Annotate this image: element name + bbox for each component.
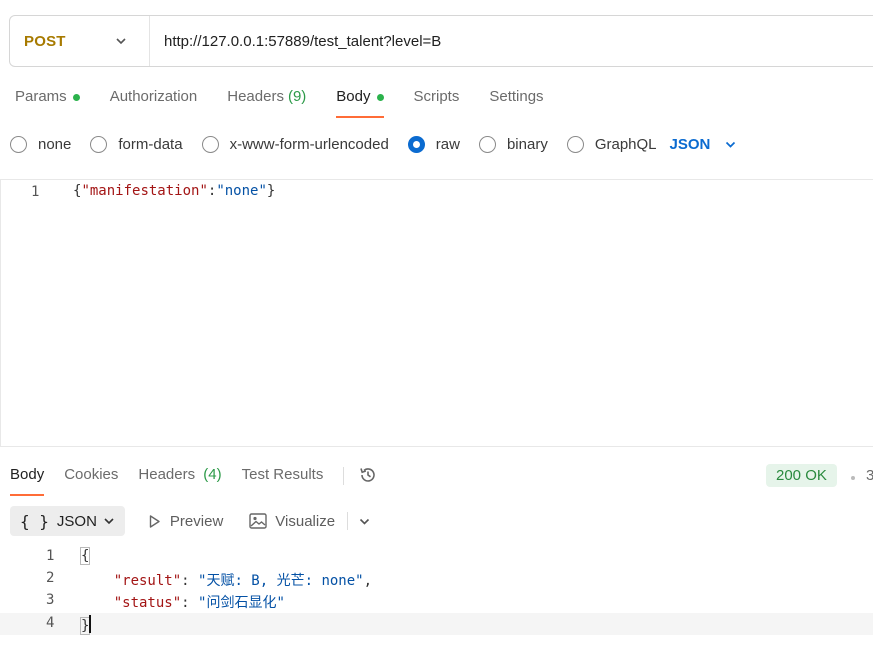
chevron-down-icon bbox=[116, 38, 126, 45]
code-line: 2 "result": "天赋: B, 光芒: none", bbox=[0, 568, 873, 590]
code-text: } bbox=[80, 615, 92, 635]
tab-params[interactable]: Params bbox=[15, 88, 80, 118]
tab-label: Headers bbox=[138, 466, 196, 483]
tab-label: Authorization bbox=[109, 88, 198, 105]
line-number: 4 bbox=[46, 615, 55, 631]
tab-label: Body bbox=[336, 88, 371, 105]
body-indicator-dot bbox=[376, 94, 384, 101]
json-key: "result" bbox=[113, 573, 182, 589]
radio-label: GraphQL bbox=[594, 135, 657, 153]
response-time: 3 bbox=[866, 467, 873, 484]
radio-circle bbox=[201, 135, 219, 153]
status-badge: 200 OK bbox=[766, 464, 837, 487]
radio-circle bbox=[10, 135, 27, 153]
separator-dot bbox=[851, 476, 855, 480]
radio-label: raw bbox=[435, 135, 460, 153]
radio-label: binary bbox=[506, 135, 548, 153]
play-icon bbox=[149, 514, 160, 528]
request-url-bar: POST http://127.0.0.1:57889/test_talent?… bbox=[9, 15, 873, 67]
method-label: POST bbox=[24, 32, 66, 50]
headers-count: (9) bbox=[287, 88, 307, 105]
radio-label: x-www-form-urlencoded bbox=[229, 135, 389, 153]
tab-label: Body bbox=[10, 466, 45, 483]
line-number: 3 bbox=[46, 592, 55, 608]
response-format-select[interactable]: { } JSON bbox=[10, 506, 125, 536]
tab-cookies[interactable]: Cookies bbox=[64, 466, 118, 496]
radio-raw[interactable]: raw bbox=[407, 135, 460, 153]
line-number: 1 bbox=[31, 184, 40, 200]
tab-label: Cookies bbox=[64, 466, 119, 483]
line-number: 1 bbox=[46, 548, 55, 564]
raw-format-label: JSON bbox=[669, 135, 711, 153]
json-string-value: "none" bbox=[216, 183, 267, 199]
tab-label: Params bbox=[15, 88, 67, 105]
url-input[interactable]: http://127.0.0.1:57889/test_talent?level… bbox=[150, 33, 441, 50]
radio-label: form-data bbox=[118, 135, 183, 153]
tab-scripts[interactable]: Scripts bbox=[414, 88, 460, 118]
tab-headers[interactable]: Headers (9) bbox=[227, 88, 306, 118]
divider bbox=[343, 467, 345, 485]
tab-label: Test Results bbox=[241, 466, 324, 483]
tab-test-results[interactable]: Test Results bbox=[242, 466, 324, 496]
radio-label: none bbox=[38, 135, 72, 153]
visualize-button[interactable]: Visualize bbox=[249, 513, 335, 530]
preview-label: Preview bbox=[169, 512, 224, 530]
code-line: 3 "status": "问剑石显化" bbox=[0, 590, 873, 612]
json-brace: { bbox=[80, 547, 91, 565]
radio-x-www-form-urlencoded[interactable]: x-www-form-urlencoded bbox=[201, 135, 389, 153]
history-icon[interactable] bbox=[358, 465, 378, 485]
code-text: "status": "问剑石显化" bbox=[113, 595, 285, 611]
json-string-value: "问剑石显化" bbox=[198, 595, 285, 611]
text-cursor bbox=[89, 615, 92, 633]
params-indicator-dot bbox=[72, 94, 80, 101]
chevron-down-icon bbox=[104, 518, 114, 525]
code-line-current: 4 } bbox=[0, 613, 873, 635]
radio-circle bbox=[566, 135, 584, 153]
json-key: "status" bbox=[113, 595, 182, 611]
visualize-label: Visualize bbox=[275, 512, 336, 530]
raw-format-select[interactable]: JSON bbox=[670, 136, 738, 153]
tab-label: Scripts bbox=[413, 88, 460, 105]
tab-response-body[interactable]: Body bbox=[10, 466, 45, 496]
radio-circle bbox=[90, 135, 108, 153]
radio-graphql[interactable]: GraphQL bbox=[566, 135, 657, 153]
code-text: "result": "天赋: B, 光芒: none", bbox=[113, 573, 373, 589]
radio-none[interactable]: none bbox=[10, 135, 72, 153]
tab-response-headers[interactable]: Headers (4) bbox=[138, 466, 221, 496]
tab-label: Settings bbox=[489, 88, 544, 105]
radio-form-data[interactable]: form-data bbox=[90, 135, 183, 153]
tab-body[interactable]: Body bbox=[336, 88, 384, 118]
method-select[interactable]: POST bbox=[10, 16, 150, 66]
json-brace: } bbox=[266, 183, 276, 199]
line-number: 2 bbox=[46, 570, 55, 586]
chevron-down-icon[interactable] bbox=[358, 515, 371, 528]
json-string-value: "天赋: B, 光芒: none" bbox=[198, 573, 364, 589]
radio-binary[interactable]: binary bbox=[478, 135, 548, 153]
radio-circle bbox=[407, 135, 425, 153]
tab-settings[interactable]: Settings bbox=[489, 88, 543, 118]
request-body-editor[interactable]: 1 {"manifestation":"none"} bbox=[0, 179, 873, 447]
image-icon bbox=[249, 513, 267, 529]
tab-label: Headers bbox=[227, 88, 284, 105]
response-tabs: Body Cookies Headers (4) Test Results bbox=[10, 466, 378, 496]
body-type-options: none form-data x-www-form-urlencoded raw… bbox=[10, 133, 737, 155]
request-body-code: {"manifestation":"none"} bbox=[73, 183, 275, 199]
json-key: "manifestation" bbox=[81, 183, 208, 199]
headers-count: (4) bbox=[203, 466, 222, 483]
preview-button[interactable]: Preview bbox=[147, 513, 223, 530]
code-line: 1 { bbox=[0, 546, 873, 568]
response-toolbar: { } JSON Preview Visualize bbox=[10, 506, 371, 536]
braces-icon: { } bbox=[20, 511, 49, 531]
response-format-label: JSON bbox=[56, 512, 97, 530]
code-text: { bbox=[80, 547, 91, 565]
request-tabs: Params Authorization Headers (9) Body Scr… bbox=[15, 88, 574, 118]
chevron-down-icon bbox=[726, 141, 736, 148]
radio-circle bbox=[478, 135, 496, 153]
tab-authorization[interactable]: Authorization bbox=[110, 88, 198, 118]
divider bbox=[347, 512, 349, 530]
